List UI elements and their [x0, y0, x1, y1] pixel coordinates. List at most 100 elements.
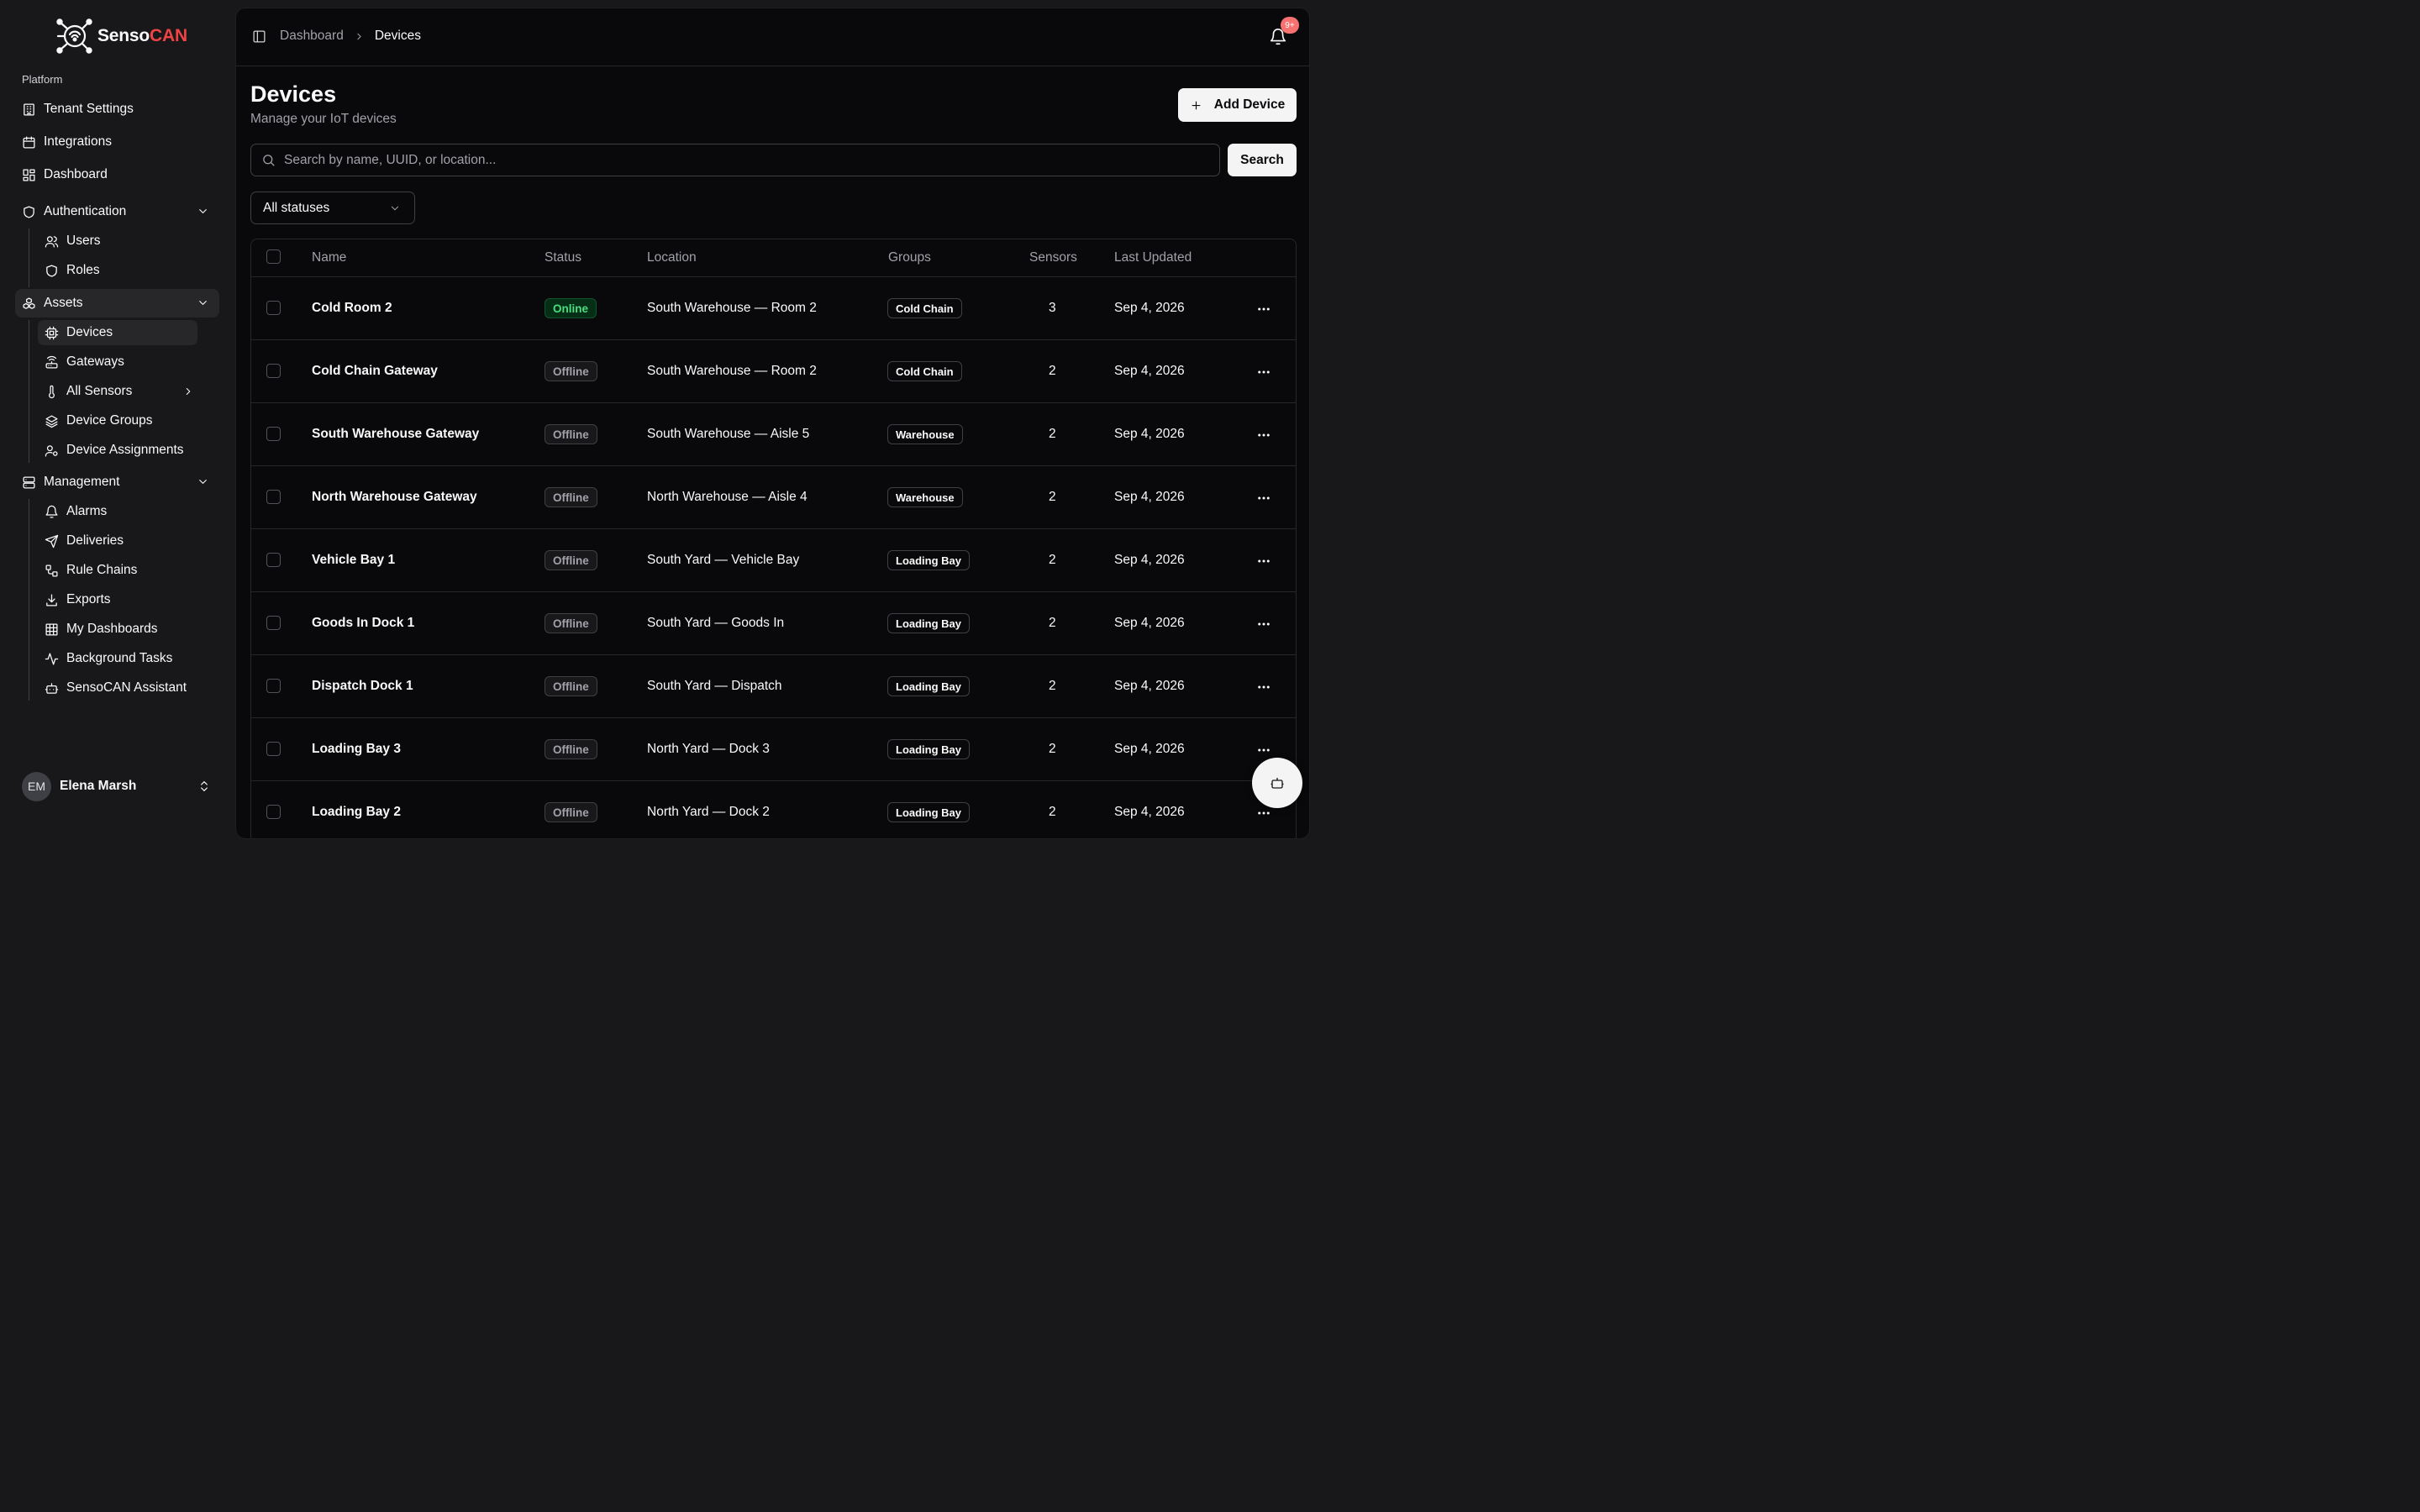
row-checkbox[interactable]: [266, 805, 281, 819]
sidebar-item-devices[interactable]: Devices: [38, 320, 197, 345]
status-filter-select[interactable]: All statuses: [250, 192, 415, 224]
device-name[interactable]: Cold Room 2: [312, 301, 392, 316]
sidebar-item-alarms[interactable]: Alarms: [38, 499, 197, 524]
sidebar-item-deliveries[interactable]: Deliveries: [38, 528, 197, 554]
row-checkbox[interactable]: [266, 364, 281, 378]
device-name[interactable]: North Warehouse Gateway: [312, 490, 477, 505]
grid-icon: [45, 622, 59, 637]
sidebar-group-management[interactable]: Management: [15, 468, 219, 496]
sidebar-group-assets[interactable]: Assets: [15, 289, 219, 318]
table-row[interactable]: Goods In Dock 1 Offline South Yard — Goods…: [251, 592, 1296, 655]
row-checkbox[interactable]: [266, 742, 281, 756]
column-header-name[interactable]: Name: [312, 250, 346, 265]
select-all-checkbox[interactable]: [266, 249, 281, 264]
column-header-last-updated[interactable]: Last Updated: [1114, 250, 1192, 265]
last-updated: Sep 4, 2026: [1114, 553, 1185, 567]
send-icon: [45, 534, 59, 549]
sidebar-item-gateways[interactable]: Gateways: [38, 349, 197, 375]
sidebar-item-label: Device Groups: [66, 413, 153, 428]
sidebar-toggle-icon[interactable]: [252, 29, 266, 44]
sensor-count: 2: [1049, 364, 1056, 378]
sensor-count: 2: [1049, 805, 1056, 819]
boxes-icon: [22, 297, 36, 311]
row-checkbox[interactable]: [266, 553, 281, 567]
sensor-count: 3: [1049, 301, 1056, 315]
row-actions-more-icon[interactable]: [1256, 743, 1271, 758]
row-actions-more-icon[interactable]: [1256, 806, 1271, 821]
sidebar-item-device-assignments[interactable]: Device Assignments: [38, 438, 197, 463]
search-input[interactable]: [276, 144, 1219, 176]
breadcrumb-current: Devices: [374, 29, 421, 43]
sidebar: SensoCAN Platform Tenant Settings Integr…: [0, 0, 234, 823]
device-name[interactable]: South Warehouse Gateway: [312, 427, 479, 442]
row-actions-more-icon[interactable]: [1256, 428, 1271, 443]
brand-name-primary: Senso: [97, 26, 150, 45]
device-name[interactable]: Vehicle Bay 1: [312, 553, 395, 568]
row-checkbox[interactable]: [266, 679, 281, 693]
row-checkbox[interactable]: [266, 616, 281, 630]
column-header-status[interactable]: Status: [544, 250, 581, 265]
sidebar-item-sensocan-assistant[interactable]: SensoCAN Assistant: [38, 675, 197, 701]
add-device-button[interactable]: Add Device: [1178, 88, 1297, 122]
device-name[interactable]: Loading Bay 2: [312, 805, 401, 820]
chevron-right-icon: [354, 31, 365, 42]
sidebar-item-roles[interactable]: Roles: [38, 258, 197, 283]
column-header-groups[interactable]: Groups: [888, 250, 931, 265]
table-row[interactable]: South Warehouse Gateway Offline South Ware…: [251, 403, 1296, 466]
device-location: South Yard — Goods In: [647, 616, 785, 630]
last-updated: Sep 4, 2026: [1114, 427, 1185, 441]
sidebar-item-exports[interactable]: Exports: [38, 587, 197, 612]
sidebar-item-device-groups[interactable]: Device Groups: [38, 408, 197, 433]
sidebar-item-tenant-settings[interactable]: Tenant Settings: [15, 95, 219, 123]
sidebar-item-all-sensors[interactable]: All Sensors: [38, 379, 197, 404]
table-row[interactable]: North Warehouse Gateway Offline North Ware…: [251, 466, 1296, 529]
status-badge: Offline: [544, 676, 597, 696]
device-location: South Warehouse — Room 2: [647, 364, 817, 378]
sidebar-item-users[interactable]: Users: [38, 228, 197, 254]
sidebar-item-label: SensoCAN Assistant: [66, 680, 187, 695]
row-checkbox[interactable]: [266, 427, 281, 441]
column-header-location[interactable]: Location: [647, 250, 697, 265]
search-button[interactable]: Search: [1228, 144, 1297, 176]
sidebar-item-dashboard[interactable]: Dashboard: [15, 160, 219, 189]
row-actions-more-icon[interactable]: [1256, 617, 1271, 632]
platform-section-label: Platform: [22, 73, 63, 86]
last-updated: Sep 4, 2026: [1114, 805, 1185, 819]
assistant-chat-button[interactable]: [1252, 758, 1302, 808]
status-badge: Offline: [544, 361, 597, 381]
row-actions-more-icon[interactable]: [1256, 680, 1271, 695]
table-row[interactable]: Loading Bay 2 Offline North Yard — Dock 2 L…: [251, 781, 1296, 838]
device-name[interactable]: Dispatch Dock 1: [312, 679, 413, 694]
group-badge: Loading Bay: [887, 550, 971, 570]
sidebar-item-rule-chains[interactable]: Rule Chains: [38, 558, 197, 583]
device-name[interactable]: Goods In Dock 1: [312, 616, 414, 631]
last-updated: Sep 4, 2026: [1114, 742, 1185, 756]
sidebar-item-background-tasks[interactable]: Background Tasks: [38, 646, 197, 671]
row-actions-more-icon[interactable]: [1256, 491, 1271, 506]
device-name[interactable]: Loading Bay 3: [312, 742, 401, 757]
row-actions-more-icon[interactable]: [1256, 554, 1271, 569]
row-actions-more-icon[interactable]: [1256, 365, 1271, 380]
user-menu[interactable]: EM Elena Marsh: [22, 771, 219, 801]
row-checkbox[interactable]: [266, 301, 281, 315]
device-location: South Warehouse — Aisle 5: [647, 427, 810, 441]
table-row[interactable]: Vehicle Bay 1 Offline South Yard — Vehicle…: [251, 529, 1296, 592]
table-row[interactable]: Dispatch Dock 1 Offline South Yard — Dispa…: [251, 655, 1296, 718]
table-row[interactable]: Cold Chain Gateway Offline South Warehouse…: [251, 340, 1296, 403]
building-icon: [22, 102, 36, 117]
table-row[interactable]: Loading Bay 3 Offline North Yard — Dock 3 L…: [251, 718, 1296, 781]
row-checkbox[interactable]: [266, 490, 281, 504]
sidebar-item-my-dashboards[interactable]: My Dashboards: [38, 617, 197, 642]
calendar-icon: [22, 135, 36, 150]
sidebar-item-label: Tenant Settings: [44, 102, 134, 116]
column-header-sensors[interactable]: Sensors: [1029, 250, 1077, 265]
device-name[interactable]: Cold Chain Gateway: [312, 364, 438, 379]
brand-logo[interactable]: SensoCAN: [55, 18, 187, 54]
breadcrumb-dashboard-link[interactable]: Dashboard: [280, 29, 344, 44]
row-actions-more-icon[interactable]: [1256, 302, 1271, 317]
brand-name-accent: CAN: [150, 26, 187, 45]
table-row[interactable]: Cold Room 2 Online South Warehouse — Room …: [251, 277, 1296, 340]
sidebar-item-integrations[interactable]: Integrations: [15, 128, 219, 156]
sidebar-group-authentication[interactable]: Authentication: [15, 197, 219, 226]
sensor-count: 2: [1049, 742, 1056, 756]
